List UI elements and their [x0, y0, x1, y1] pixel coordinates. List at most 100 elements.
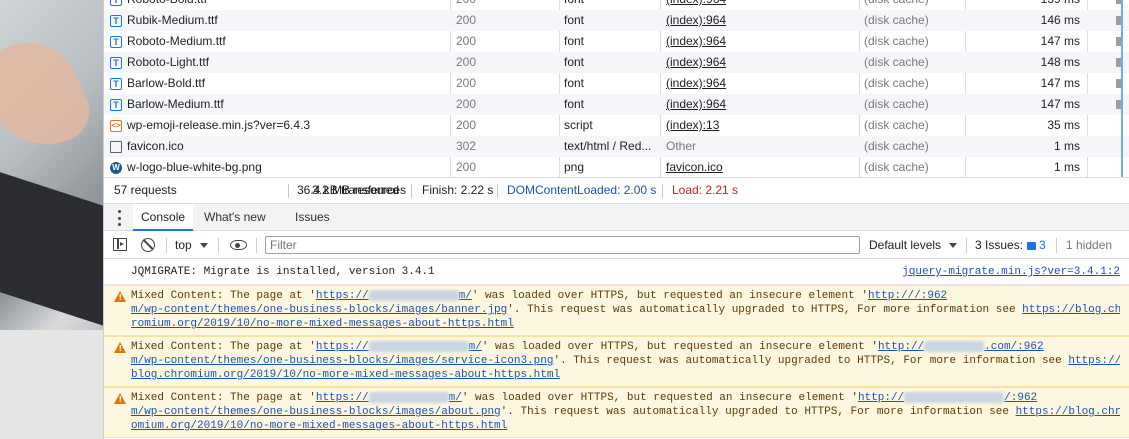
log-levels-dropdown[interactable]: Default levels — [869, 231, 958, 259]
request-name: w-logo-blue-white-bg.png — [127, 160, 262, 174]
page-url-link[interactable]: https://m/ — [316, 340, 482, 353]
request-type: font — [564, 55, 585, 69]
element-url-link[interactable]: m/wp-content/themes/one-business-blocks/… — [131, 355, 553, 367]
request-initiator[interactable]: (index):964 — [666, 73, 856, 94]
live-expression-eye-icon[interactable] — [230, 240, 247, 250]
issues-button[interactable]: 3 Issues: 3 — [975, 231, 1046, 259]
issue-flag-icon — [1027, 241, 1037, 250]
more-info-link[interactable]: https://blog.chr — [1016, 406, 1120, 418]
request-time: 1 ms — [1053, 160, 1080, 174]
request-status: 200 — [456, 0, 556, 10]
network-request-row[interactable]: Ww-logo-blue-white-bg.png 200 png favicon.i… — [104, 157, 1129, 177]
element-url-link[interactable]: m/wp-content/themes/one-business-blocks/… — [131, 406, 501, 418]
tab-console[interactable]: Console — [133, 204, 194, 231]
request-initiator: Other — [666, 139, 697, 153]
summary-requests: 57 requests — [114, 183, 177, 197]
warning-text: Mixed Content: The page at ' — [131, 290, 316, 302]
request-type: font — [564, 13, 585, 27]
warning-text: ' was loaded over HTTPS, but requested a… — [471, 290, 868, 302]
chevron-down-icon — [199, 243, 208, 249]
element-url-link[interactable]: http://.com/:962 — [878, 340, 1044, 353]
tab-issues[interactable]: Issues — [287, 204, 338, 231]
more-info-link[interactable]: romium.org/2019/10/no-more-mixed-message… — [131, 318, 514, 330]
issues-count: 3 — [1039, 238, 1046, 252]
divider — [218, 238, 219, 253]
request-status: 200 — [456, 55, 477, 69]
console-log-message: JQMIGRATE: Migrate is installed, version… — [104, 259, 1129, 285]
element-url-link[interactable]: http:///:962 — [858, 391, 1037, 404]
summary-load: Load: 2.21 s — [672, 183, 739, 197]
page-url-link[interactable]: https://m/ — [316, 289, 472, 302]
request-time: 147 ms — [1040, 76, 1080, 90]
tab-whats-new[interactable]: What's new — [196, 204, 274, 231]
request-initiator[interactable]: (index):964 — [666, 31, 856, 52]
log-text: JQMIGRATE: Migrate is installed, version… — [131, 266, 435, 278]
request-time: 147 ms — [1040, 34, 1080, 48]
warning-icon — [114, 291, 126, 302]
request-status: 200 — [456, 34, 477, 48]
request-status: 200 — [456, 118, 477, 132]
more-info-link[interactable]: omium.org/2019/10/no-more-mixed-messages… — [131, 420, 507, 432]
warning-icon — [114, 393, 126, 404]
mixed-content-warning: Mixed Content: The page at 'https://m/' … — [104, 285, 1129, 336]
waterfall-marker-line — [1121, 0, 1123, 177]
network-request-row[interactable]: favicon.ico 302 text/html / Red... Other (di… — [104, 136, 1129, 157]
divider — [966, 238, 967, 253]
request-initiator[interactable]: (index):964 — [666, 52, 856, 73]
log-source-link[interactable]: jquery-migrate.min.js?ver=3.4.1:2 — [902, 265, 1120, 279]
chevron-down-icon — [949, 243, 958, 249]
console-messages: JQMIGRATE: Migrate is installed, version… — [104, 259, 1129, 439]
request-status: 302 — [456, 139, 477, 153]
network-request-row[interactable]: T Roboto-Light.ttf 200 font (index):964 (disk… — [104, 52, 1129, 73]
request-status: 200 — [456, 97, 477, 111]
show-sidebar-icon[interactable] — [113, 238, 127, 251]
network-request-row[interactable]: T Barlow-Medium.ttf 200 font (index):964 (dis… — [104, 94, 1129, 115]
photo-desk — [0, 330, 103, 439]
console-filter-input[interactable] — [265, 236, 860, 254]
request-time: 139 ms — [966, 0, 1086, 10]
request-status: 200 — [456, 13, 477, 27]
network-request-row[interactable]: T Rubik-Medium.ttf 200 font (index):964 (disk… — [104, 10, 1129, 31]
font-file-icon: T — [110, 0, 122, 6]
page-url-link[interactable]: https://m/ — [316, 391, 462, 404]
request-initiator[interactable]: (index):964 — [666, 10, 856, 31]
request-name-cell: T Roboto-Bold.ttf — [110, 0, 450, 10]
network-request-row[interactable]: TRoboto-Bold.ttf200font(index):964(disk … — [104, 0, 1129, 10]
divider — [256, 238, 257, 253]
wordpress-icon: W — [110, 161, 122, 174]
request-name-cell: <> wp-emoji-release.min.js?ver=6.4.3 — [110, 115, 450, 136]
network-request-row[interactable]: T Roboto-Medium.ttf 200 font (index):964 (dis… — [104, 31, 1129, 52]
clear-console-icon[interactable] — [141, 238, 155, 252]
request-initiator[interactable]: (index):964 — [666, 0, 856, 10]
request-initiator[interactable]: (index):13 — [666, 115, 856, 136]
divider — [166, 238, 167, 253]
divider — [288, 184, 289, 198]
request-type: font — [564, 97, 585, 111]
divider — [497, 184, 498, 198]
request-time: 146 ms — [1040, 13, 1080, 27]
context-selector[interactable]: top — [175, 231, 208, 259]
element-url-link[interactable]: http:///:962 — [868, 290, 947, 302]
request-name: Barlow-Bold.ttf — [127, 76, 206, 90]
request-status: 200 — [456, 160, 477, 174]
context-selector-label: top — [175, 238, 192, 252]
more-info-link[interactable]: blog.chromium.org/2019/10/no-more-mixed-… — [131, 369, 560, 381]
network-summary-bar: 57 requests 36.4 kB transferred 3.2 MB r… — [104, 177, 1129, 204]
element-url-link[interactable]: m/wp-content/themes/one-business-blocks/… — [131, 304, 507, 316]
mixed-content-warning: Mixed Content: The page at 'https://m/' … — [104, 336, 1129, 387]
redacted-text — [368, 289, 459, 301]
more-info-link[interactable]: https://blog.ch — [1022, 304, 1120, 316]
more-options-icon[interactable] — [116, 210, 122, 226]
document-icon — [110, 140, 122, 153]
request-initiator[interactable]: (index):964 — [666, 94, 856, 115]
devtools-panel: TRoboto-Bold.ttf200font(index):964(disk … — [103, 0, 1129, 439]
more-info-link[interactable]: https:// — [1068, 355, 1120, 367]
request-initiator[interactable]: favicon.ico — [666, 157, 856, 177]
request-name: Roboto-Bold.ttf — [127, 0, 207, 10]
network-request-row[interactable]: <> wp-emoji-release.min.js?ver=6.4.3 200 sc… — [104, 115, 1129, 136]
request-type: font — [564, 76, 585, 90]
background-photo — [0, 0, 103, 439]
network-request-row[interactable]: T Barlow-Bold.ttf 200 font (index):964 (disk … — [104, 73, 1129, 94]
divider — [411, 184, 412, 198]
request-name: favicon.ico — [127, 139, 184, 153]
